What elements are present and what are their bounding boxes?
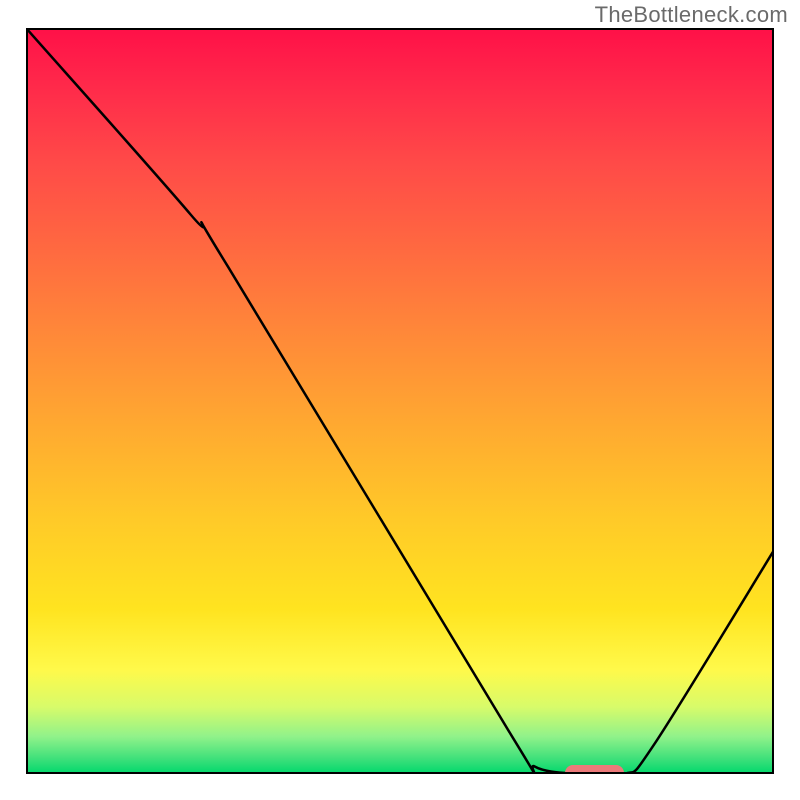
curve-layer: [26, 28, 774, 774]
bottleneck-curve: [26, 28, 774, 774]
optimal-range-marker: [565, 765, 625, 774]
bottleneck-chart: TheBottleneck.com: [0, 0, 800, 800]
watermark-text: TheBottleneck.com: [595, 2, 788, 28]
optimal-range-pill: [565, 765, 625, 774]
plot-area: [26, 28, 774, 774]
